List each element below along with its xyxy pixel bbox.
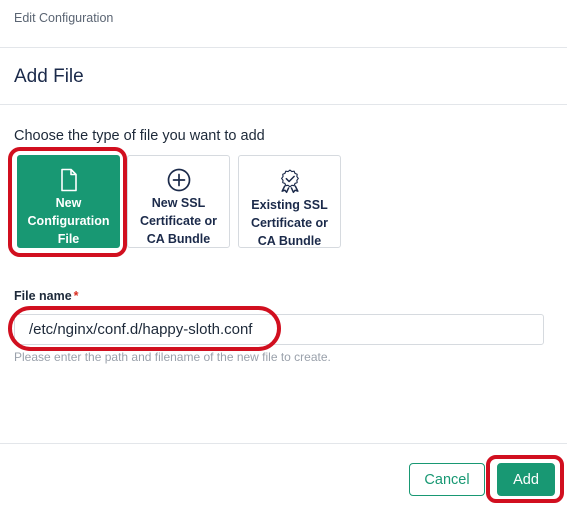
file-name-label: File name *: [14, 289, 79, 303]
file-name-helper: Please enter the path and filename of th…: [14, 350, 331, 364]
header-divider: [0, 47, 567, 48]
option-new-configuration-file[interactable]: New Configuration File: [17, 155, 120, 248]
file-icon: [57, 168, 81, 192]
title-divider: [0, 104, 567, 105]
cancel-button[interactable]: Cancel: [409, 463, 485, 496]
option-label: New SSL Certificate or CA Bundle: [139, 196, 218, 246]
add-button[interactable]: Add: [497, 463, 555, 496]
file-type-prompt: Choose the type of file you want to add: [14, 128, 265, 144]
footer-divider: [0, 443, 567, 444]
file-name-input[interactable]: [14, 314, 544, 345]
option-new-ssl-certificate[interactable]: New SSL Certificate or CA Bundle: [127, 155, 230, 248]
option-label: New Configuration File: [27, 196, 110, 246]
plus-circle-icon: [167, 168, 191, 192]
option-label: Existing SSL Certificate or CA Bundle: [250, 198, 329, 248]
file-name-label-text: File name: [14, 289, 72, 303]
certificate-badge-icon: [278, 168, 302, 194]
option-existing-ssl-certificate[interactable]: Existing SSL Certificate or CA Bundle: [238, 155, 341, 248]
breadcrumb: Edit Configuration: [14, 11, 114, 25]
dialog-title: Add File: [14, 66, 84, 87]
required-marker: *: [73, 289, 79, 303]
